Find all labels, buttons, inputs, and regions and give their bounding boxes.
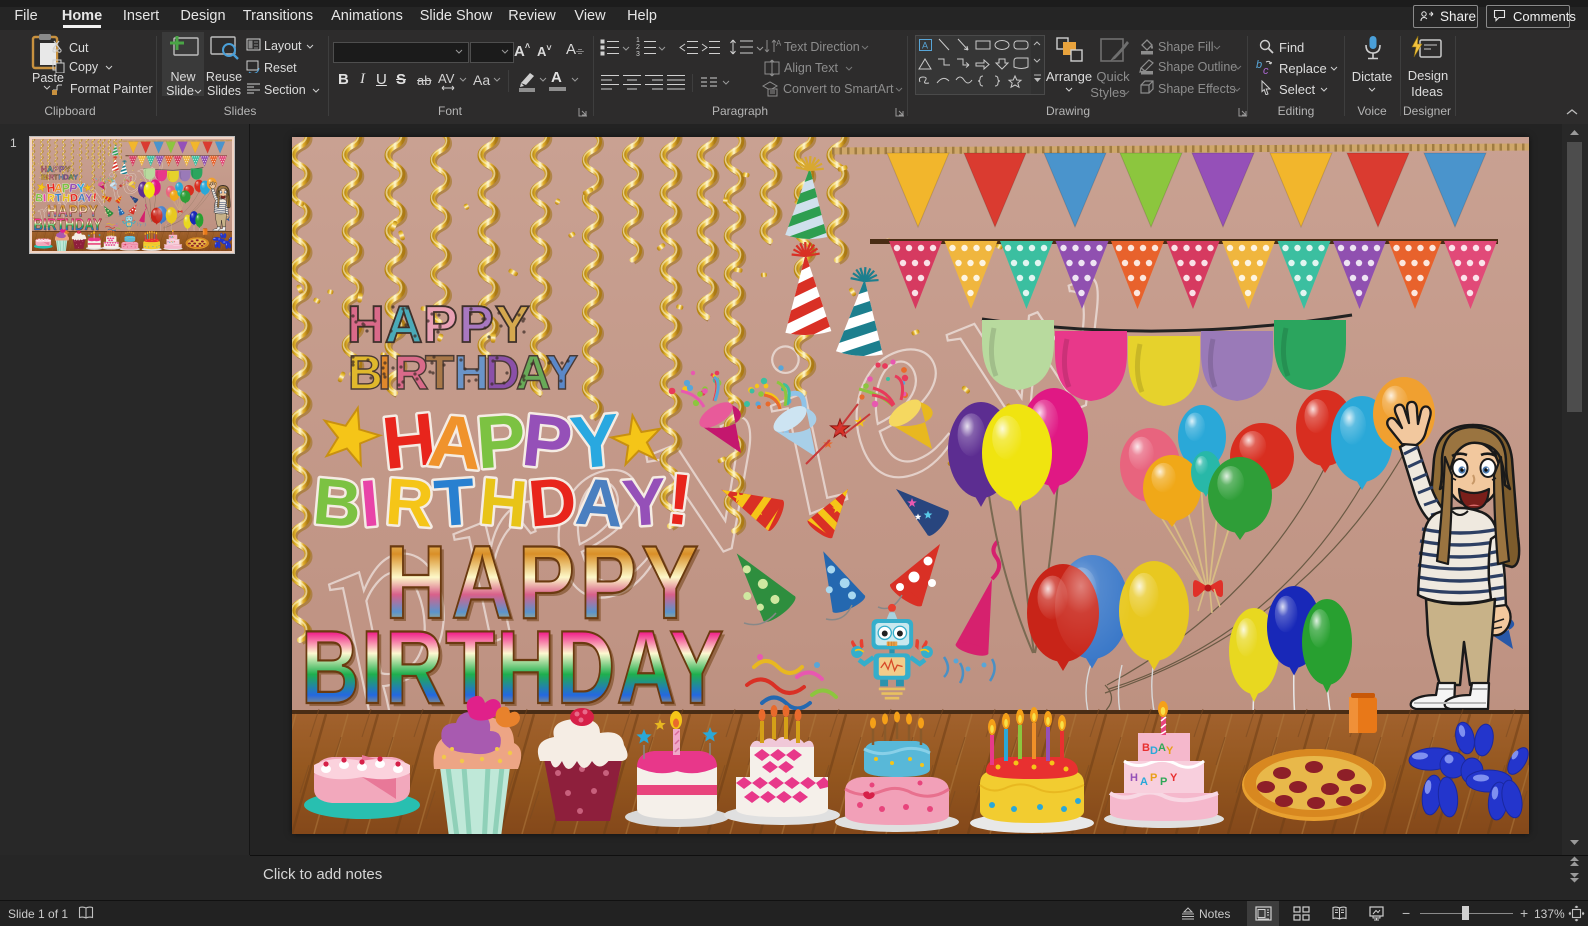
svg-text:P: P <box>1150 772 1157 784</box>
svg-text:BIRTHDAY: BIRTHDAY <box>301 609 725 725</box>
svg-text:D: D <box>1150 745 1158 757</box>
svg-text:b: b <box>1256 59 1262 71</box>
svg-text:A: A <box>385 296 423 354</box>
svg-text:Y: Y <box>1170 772 1178 784</box>
svg-text:H: H <box>454 347 489 400</box>
svg-text:P: P <box>459 296 494 354</box>
svg-text:c: c <box>1263 65 1269 75</box>
svg-text:A: A <box>1140 776 1148 788</box>
svg-text:A: A <box>1158 742 1166 754</box>
svg-text:T: T <box>425 347 454 400</box>
svg-text:Y: Y <box>546 347 578 400</box>
svg-text:Y: Y <box>1166 745 1174 757</box>
svg-text:P: P <box>1160 776 1167 788</box>
svg-text:B: B <box>1142 742 1150 754</box>
svg-text:A: A <box>776 39 781 48</box>
svg-text:D: D <box>485 347 520 400</box>
svg-text:R: R <box>394 347 429 400</box>
svg-text:H: H <box>347 296 385 354</box>
svg-text:H: H <box>1130 772 1138 784</box>
svg-text:B: B <box>310 463 364 541</box>
svg-text:A: A <box>922 41 928 51</box>
